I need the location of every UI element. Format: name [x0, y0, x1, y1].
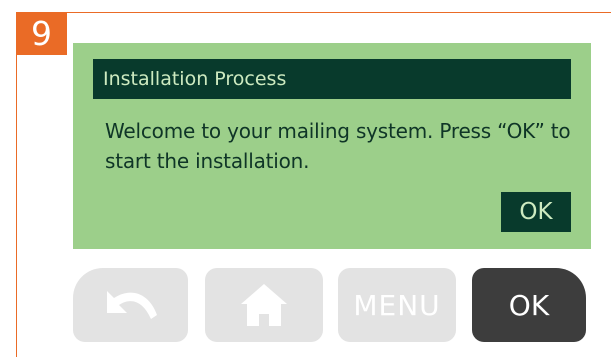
back-arrow-icon	[101, 283, 161, 327]
display-message: Welcome to your mailing system. Press “O…	[105, 119, 571, 173]
device-display: Installation Process Welcome to your mai…	[73, 43, 591, 249]
step-number-badge: 9	[16, 12, 67, 55]
display-ok-softkey[interactable]: OK	[501, 192, 571, 232]
ok-button[interactable]: OK	[472, 268, 586, 342]
display-title: Installation Process	[93, 59, 571, 99]
back-button[interactable]	[73, 268, 188, 342]
home-button[interactable]	[205, 268, 323, 342]
home-icon	[239, 282, 289, 328]
menu-button[interactable]: MENU	[338, 268, 456, 342]
